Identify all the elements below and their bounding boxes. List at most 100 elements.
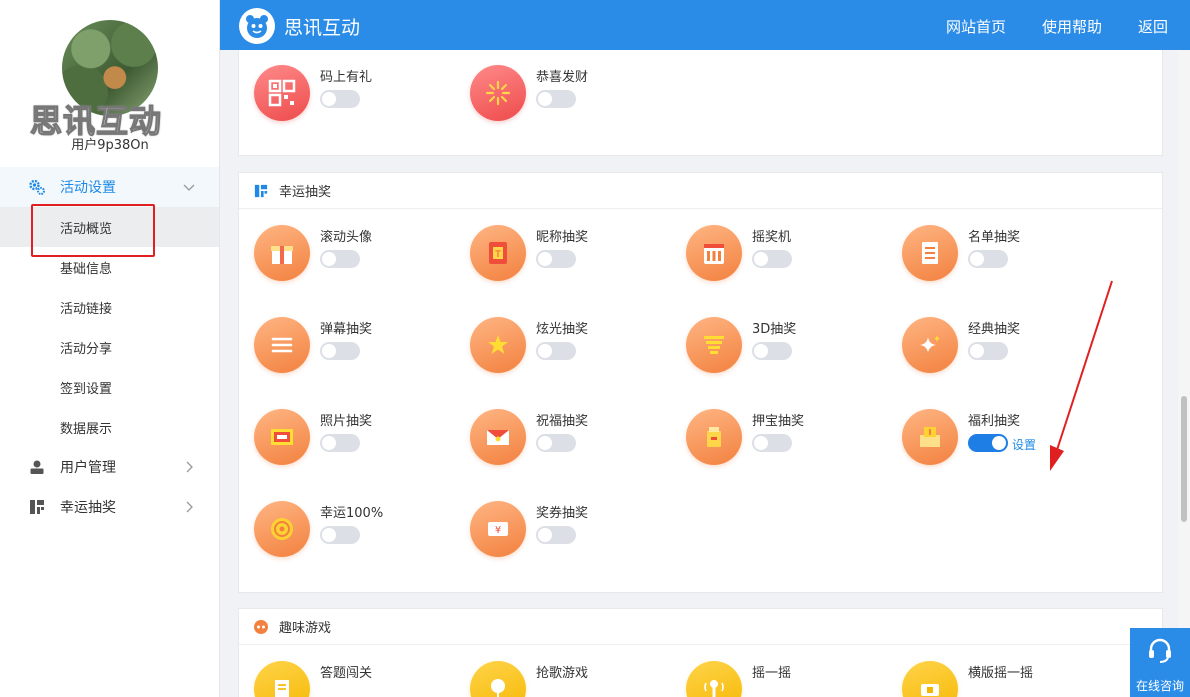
chevron-right-icon	[186, 461, 193, 473]
sub-item-activity-link[interactable]: 活动链接	[0, 287, 219, 327]
activity-toggle[interactable]	[320, 250, 360, 268]
activity-label: 名单抽奖	[968, 230, 1021, 245]
activity-tile: 恭喜发财	[455, 65, 665, 135]
music-icon	[470, 661, 526, 697]
gift-box-icon	[254, 225, 310, 281]
coin-icon	[254, 501, 310, 557]
main-content: 码上有礼 恭喜发财 幸运抽奖 滚动头像 T 昵称抽奖 摇奖机 名单抽奖 弹幕抽奖…	[220, 50, 1178, 697]
gamepad-icon	[253, 619, 269, 635]
user-icon	[28, 458, 46, 476]
sub-item-checkin-settings[interactable]: 签到设置	[0, 367, 219, 407]
svg-text:T: T	[494, 250, 501, 260]
activity-tile: ¥ 奖券抽奖	[455, 501, 665, 571]
menu-activity-settings[interactable]: 活动设置	[0, 167, 219, 207]
activity-label: 3D抽奖	[752, 322, 797, 337]
activity-tile: 名单抽奖	[887, 225, 1097, 295]
game-label: 摇一摇	[752, 666, 792, 681]
sub-item-overview[interactable]: 活动概览	[0, 207, 219, 247]
activity-toggle[interactable]	[536, 526, 576, 544]
nav-back[interactable]: 返回	[1138, 16, 1168, 37]
top-header: 思讯互动 网站首页 使用帮助 返回	[220, 0, 1190, 50]
game-label: 抢歌游戏	[536, 666, 589, 681]
activity-tile: 码上有礼	[239, 65, 449, 135]
activity-tile: 炫光抽奖	[455, 317, 665, 387]
sidebar-menu: 活动设置 活动概览 基础信息 活动链接 活动分享 签到设置 数据展示 用户管理 …	[0, 167, 219, 527]
activity-toggle[interactable]	[536, 342, 576, 360]
panel-misc: 码上有礼 恭喜发财	[238, 50, 1163, 156]
danmaku-icon	[254, 317, 310, 373]
activity-toggle[interactable]	[536, 434, 576, 452]
activity-toggle[interactable]	[536, 90, 576, 108]
panel-games: 趣味游戏 答题闯关 抢歌游戏 摇一摇 横版摇一摇	[238, 608, 1163, 697]
phone-shake-icon	[902, 661, 958, 697]
activity-tile: 照片抽奖	[239, 409, 449, 479]
activity-toggle[interactable]	[968, 250, 1008, 268]
activity-toggle[interactable]	[752, 434, 792, 452]
vertical-scrollbar[interactable]	[1178, 50, 1190, 697]
panel-title: 趣味游戏	[279, 621, 332, 636]
game-tile: 答题闯关	[239, 661, 449, 697]
activity-toggle[interactable]	[536, 250, 576, 268]
activity-toggle[interactable]	[968, 434, 1008, 452]
activity-label: 恭喜发财	[536, 70, 589, 85]
activity-label: 炫光抽奖	[536, 322, 589, 337]
headset-icon	[1149, 638, 1171, 663]
game-label: 答题闯关	[320, 666, 373, 681]
sparkle-star-icon	[470, 317, 526, 373]
sidebar: 思讯互动 用户9p38On 活动设置 活动概览 基础信息 活动链接 活动分享 签…	[0, 0, 220, 697]
activity-label: 福利抽奖	[968, 414, 1021, 429]
game-tile: 摇一摇	[671, 661, 881, 697]
activity-toggle[interactable]	[752, 342, 792, 360]
activity-tile: 弹幕抽奖	[239, 317, 449, 387]
activity-label: 码上有礼	[320, 70, 373, 85]
activity-tile: T 昵称抽奖	[455, 225, 665, 295]
list-icon	[902, 225, 958, 281]
activity-label: 押宝抽奖	[752, 414, 805, 429]
activity-tile: 幸运100%	[239, 501, 449, 571]
scrollbar-thumb[interactable]	[1181, 396, 1187, 522]
activity-label: 经典抽奖	[968, 322, 1021, 337]
sub-item-activity-share[interactable]: 活动分享	[0, 327, 219, 367]
menu-lucky-draw[interactable]: 幸运抽奖	[0, 487, 219, 527]
activity-toggle[interactable]	[320, 434, 360, 452]
nav-home[interactable]: 网站首页	[946, 16, 1006, 37]
lucky-draw-icon	[253, 183, 269, 199]
activity-tile: 摇奖机	[671, 225, 881, 295]
3d-stack-icon	[686, 317, 742, 373]
shake-icon	[686, 661, 742, 697]
menu-lucky-draw-label: 幸运抽奖	[60, 500, 116, 516]
menu-user-management[interactable]: 用户管理	[0, 447, 219, 487]
sub-item-basic-info[interactable]: 基础信息	[0, 247, 219, 287]
qrcode-icon	[254, 65, 310, 121]
game-tile: 抢歌游戏	[455, 661, 665, 697]
activity-toggle[interactable]	[320, 526, 360, 544]
treasure-bag-icon	[686, 409, 742, 465]
activity-label: 摇奖机	[752, 230, 792, 245]
menu-activity-settings-label: 活动设置	[60, 180, 116, 196]
welfare-box-icon	[902, 409, 958, 465]
gears-icon	[28, 178, 46, 196]
username: 用户9p38On	[71, 138, 149, 153]
chevron-right-icon	[186, 501, 193, 513]
activity-toggle[interactable]	[968, 342, 1008, 360]
activity-label: 昵称抽奖	[536, 230, 589, 245]
sub-item-data-display[interactable]: 数据展示	[0, 407, 219, 447]
nav-help[interactable]: 使用帮助	[1042, 16, 1102, 37]
nickname-card-icon: T	[470, 225, 526, 281]
settings-link[interactable]: 设置	[1012, 436, 1036, 453]
activity-toggle[interactable]	[320, 90, 360, 108]
activity-label: 奖券抽奖	[536, 506, 589, 521]
activity-toggle[interactable]	[320, 342, 360, 360]
activity-tile: 祝福抽奖	[455, 409, 665, 479]
slot-machine-icon	[686, 225, 742, 281]
photo-icon	[254, 409, 310, 465]
quiz-icon	[254, 661, 310, 697]
online-consult-button[interactable]: 在线咨询	[1130, 628, 1190, 697]
online-consult-label: 在线咨询	[1135, 679, 1184, 693]
activity-label: 滚动头像	[320, 230, 373, 245]
activity-label: 弹幕抽奖	[320, 322, 373, 337]
chevron-down-icon	[183, 184, 195, 191]
activity-toggle[interactable]	[752, 250, 792, 268]
panel-title: 幸运抽奖	[279, 185, 332, 200]
logo-icon[interactable]	[239, 8, 275, 44]
